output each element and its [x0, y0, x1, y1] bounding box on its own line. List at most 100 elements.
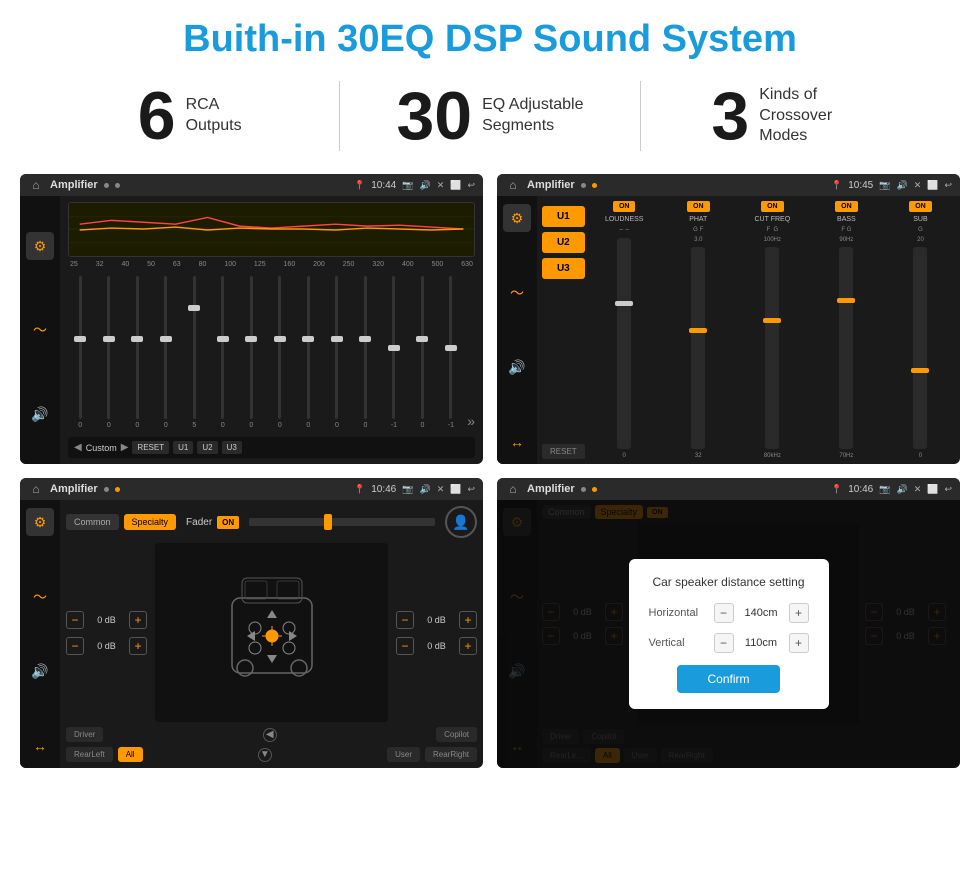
eq-prev-icon[interactable]: ◀	[74, 442, 82, 453]
dialog-vertical-plus[interactable]: +	[789, 633, 809, 653]
fader-rearright-button[interactable]: RearRight	[425, 747, 477, 762]
fader-close-icon: ✕	[437, 484, 445, 495]
xover-u1-button[interactable]: U1	[542, 206, 585, 227]
bass-slider[interactable]	[839, 247, 853, 449]
eq-slider-1[interactable]: 0	[68, 276, 93, 429]
dialog-status-bar: ⌂ Amplifier 📍 10:46 📷 🔊 ✕ ⬜ ↩	[497, 478, 960, 500]
sub-label: SUB	[913, 216, 927, 223]
fader-minus-3[interactable]: −	[396, 611, 414, 629]
fader-rearleft-button[interactable]: RearLeft	[66, 747, 113, 762]
dialog-vertical-minus[interactable]: −	[714, 633, 734, 653]
dialog-horizontal-label: Horizontal	[649, 607, 699, 619]
fader-minus-2[interactable]: −	[66, 637, 84, 655]
fader-minus-4[interactable]: −	[396, 637, 414, 655]
sub-slider[interactable]	[913, 247, 927, 449]
eq-label-100: 100	[224, 261, 236, 268]
dialog-confirm-button[interactable]: Confirm	[677, 665, 779, 693]
eq-label-50: 50	[147, 261, 155, 268]
xover-u3-button[interactable]: U3	[542, 258, 585, 279]
xover-reset-button[interactable]: RESET	[542, 444, 585, 459]
eq-slider-14[interactable]: -1	[439, 276, 464, 429]
eq-slider-3[interactable]: 0	[125, 276, 150, 429]
eq-slider-8[interactable]: 0	[268, 276, 293, 429]
fader-down-arrow-icon[interactable]: ▼	[258, 748, 272, 762]
fader-minus-1[interactable]: −	[66, 611, 84, 629]
fader-right-vol: − 0 dB + − 0 dB +	[396, 543, 477, 722]
fader-sidebar-icon-wave[interactable]: 〜	[26, 583, 54, 611]
fader-controls: − 0 dB + − 0 dB +	[66, 543, 477, 722]
stat-crossover-number: 3	[711, 82, 749, 150]
eq-sidebar-icon-speaker[interactable]: 🔊	[26, 400, 54, 428]
loudness-on-badge: ON	[613, 201, 636, 212]
fader-sidebar-icon-arrows[interactable]: ↔	[26, 732, 54, 760]
fader-on-badge: ON	[217, 516, 239, 529]
eq-label-32: 32	[96, 261, 104, 268]
fader-copilot-button[interactable]: Copilot	[436, 727, 477, 742]
fader-plus-2[interactable]: +	[129, 637, 147, 655]
xover-channel-phat: ON PHAT G F 3.0 32	[664, 201, 733, 459]
eq-slider-12[interactable]: -1	[382, 276, 407, 429]
loudness-slider[interactable]	[617, 238, 631, 449]
xover-sidebar-icon-wave[interactable]: 〜	[503, 279, 531, 307]
dialog-dot-1	[581, 487, 586, 492]
xover-sidebar-icon-arrows[interactable]: ↔	[503, 428, 531, 456]
crossover-main-area: U1 U2 U3 RESET ON LOUDNESS ~ ~	[537, 196, 960, 464]
eq-u2-button[interactable]: U2	[197, 441, 217, 454]
eq-arrow-right[interactable]: »	[467, 413, 475, 429]
dialog-horizontal-minus[interactable]: −	[714, 603, 734, 623]
eq-label-40: 40	[121, 261, 129, 268]
eq-reset-button[interactable]: RESET	[132, 441, 169, 454]
eq-sidebar-icon-wave[interactable]: 〜	[26, 316, 54, 344]
eq-sidebar-icon-eq[interactable]: ⚙	[26, 232, 54, 260]
xover-dot-2	[592, 183, 597, 188]
fader-plus-1[interactable]: +	[129, 611, 147, 629]
fader-user-button[interactable]: User	[387, 747, 420, 762]
xover-window-icon: ⬜	[927, 180, 938, 191]
xover-sidebar-icon-eq[interactable]: ⚙	[503, 204, 531, 232]
xover-sidebar-icon-speaker[interactable]: 🔊	[503, 353, 531, 381]
eq-next-icon[interactable]: ▶	[121, 442, 129, 453]
eq-slider-9[interactable]: 0	[296, 276, 321, 429]
eq-slider-5[interactable]: 5	[182, 276, 207, 429]
dialog-horizontal-plus[interactable]: +	[789, 603, 809, 623]
fader-sidebar-icon-eq[interactable]: ⚙	[26, 508, 54, 536]
eq-slider-13[interactable]: 0	[410, 276, 435, 429]
fader-vol-row-3: − 0 dB +	[396, 611, 477, 629]
screens-grid: ⌂ Amplifier 📍 10:44 📷 🔊 ✕ ⬜ ↩ ⚙ 〜 🔊	[0, 166, 980, 778]
eq-app-title: Amplifier	[50, 179, 98, 191]
fader-sidebar: ⚙ 〜 🔊 ↔	[20, 500, 60, 768]
loudness-label: LOUDNESS	[605, 216, 644, 223]
cutfreq-slider[interactable]	[765, 247, 779, 449]
dialog-vertical-control: − 110cm +	[714, 633, 809, 653]
eq-slider-2[interactable]: 0	[97, 276, 122, 429]
window-icon: ⬜	[450, 180, 461, 191]
eq-slider-4[interactable]: 0	[154, 276, 179, 429]
eq-u1-button[interactable]: U1	[173, 441, 193, 454]
dialog-home-icon: ⌂	[505, 481, 521, 497]
stat-divider-1	[339, 81, 340, 151]
eq-slider-6[interactable]: 0	[211, 276, 236, 429]
fader-tab-common[interactable]: Common	[66, 514, 119, 530]
fader-plus-3[interactable]: +	[459, 611, 477, 629]
xover-status-bar: ⌂ Amplifier 📍 10:45 📷 🔊 ✕ ⬜ ↩	[497, 174, 960, 196]
crossover-content: ⚙ 〜 🔊 ↔ U1 U2 U3 RESET	[497, 196, 960, 464]
phat-slider[interactable]	[691, 247, 705, 449]
fader-tab-specialty[interactable]: Specialty	[124, 514, 177, 530]
xover-u2-button[interactable]: U2	[542, 232, 585, 253]
eq-label-25: 25	[70, 261, 78, 268]
eq-label-63: 63	[173, 261, 181, 268]
fader-plus-4[interactable]: +	[459, 637, 477, 655]
fader-user-icon[interactable]: 👤	[445, 506, 477, 538]
fader-left-arrow-icon[interactable]: ◀	[263, 728, 277, 742]
fader-all-button[interactable]: All	[118, 747, 143, 762]
fader-main: Common Specialty Fader ON 👤	[60, 500, 483, 768]
dialog-horizontal-row: Horizontal − 140cm +	[649, 603, 809, 623]
fader-vol-row-1: − 0 dB +	[66, 611, 147, 629]
eq-slider-10[interactable]: 0	[325, 276, 350, 429]
eq-slider-7[interactable]: 0	[239, 276, 264, 429]
dialog-app-title: Amplifier	[527, 483, 575, 495]
fader-sidebar-icon-speaker[interactable]: 🔊	[26, 657, 54, 685]
fader-driver-button[interactable]: Driver	[66, 727, 103, 742]
eq-u3-button[interactable]: U3	[222, 441, 242, 454]
eq-slider-11[interactable]: 0	[353, 276, 378, 429]
